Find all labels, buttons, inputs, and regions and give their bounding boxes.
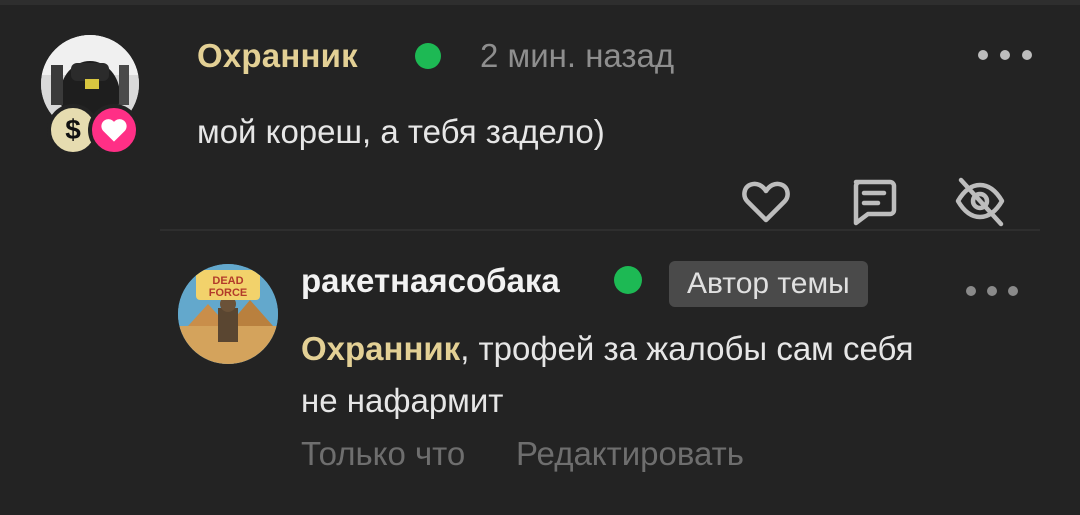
online-dot (415, 43, 441, 69)
reply-author[interactable]: ракетнаясобака (301, 262, 560, 300)
more-icon[interactable] (966, 284, 1018, 298)
comment-time: 2 мин. назад (480, 37, 675, 74)
heart-icon[interactable] (739, 174, 793, 228)
edit-link[interactable]: Редактировать (516, 435, 744, 473)
reply-avatar[interactable]: DEAD FORCE (178, 264, 278, 364)
eye-off-icon[interactable] (953, 174, 1007, 228)
divider (160, 229, 1040, 231)
more-icon[interactable] (978, 40, 1032, 70)
comment-author[interactable]: Охранник (197, 37, 358, 75)
svg-text:FORCE: FORCE (209, 287, 248, 299)
topic-author-badge: Автор темы (669, 261, 868, 307)
reply-time: Только что (301, 435, 466, 472)
mention-link[interactable]: Охранник (301, 330, 460, 367)
reply-icon[interactable] (846, 174, 900, 228)
top-divider (0, 0, 1080, 5)
comment-text: мой кореш, а тебя задело) (197, 113, 605, 150)
reply-text: Охранник, трофей за жалобы сам себя не н… (301, 323, 941, 427)
online-dot (614, 266, 642, 294)
avatar-logo-text: DEAD (212, 275, 243, 287)
heart-badge-icon (88, 104, 140, 156)
